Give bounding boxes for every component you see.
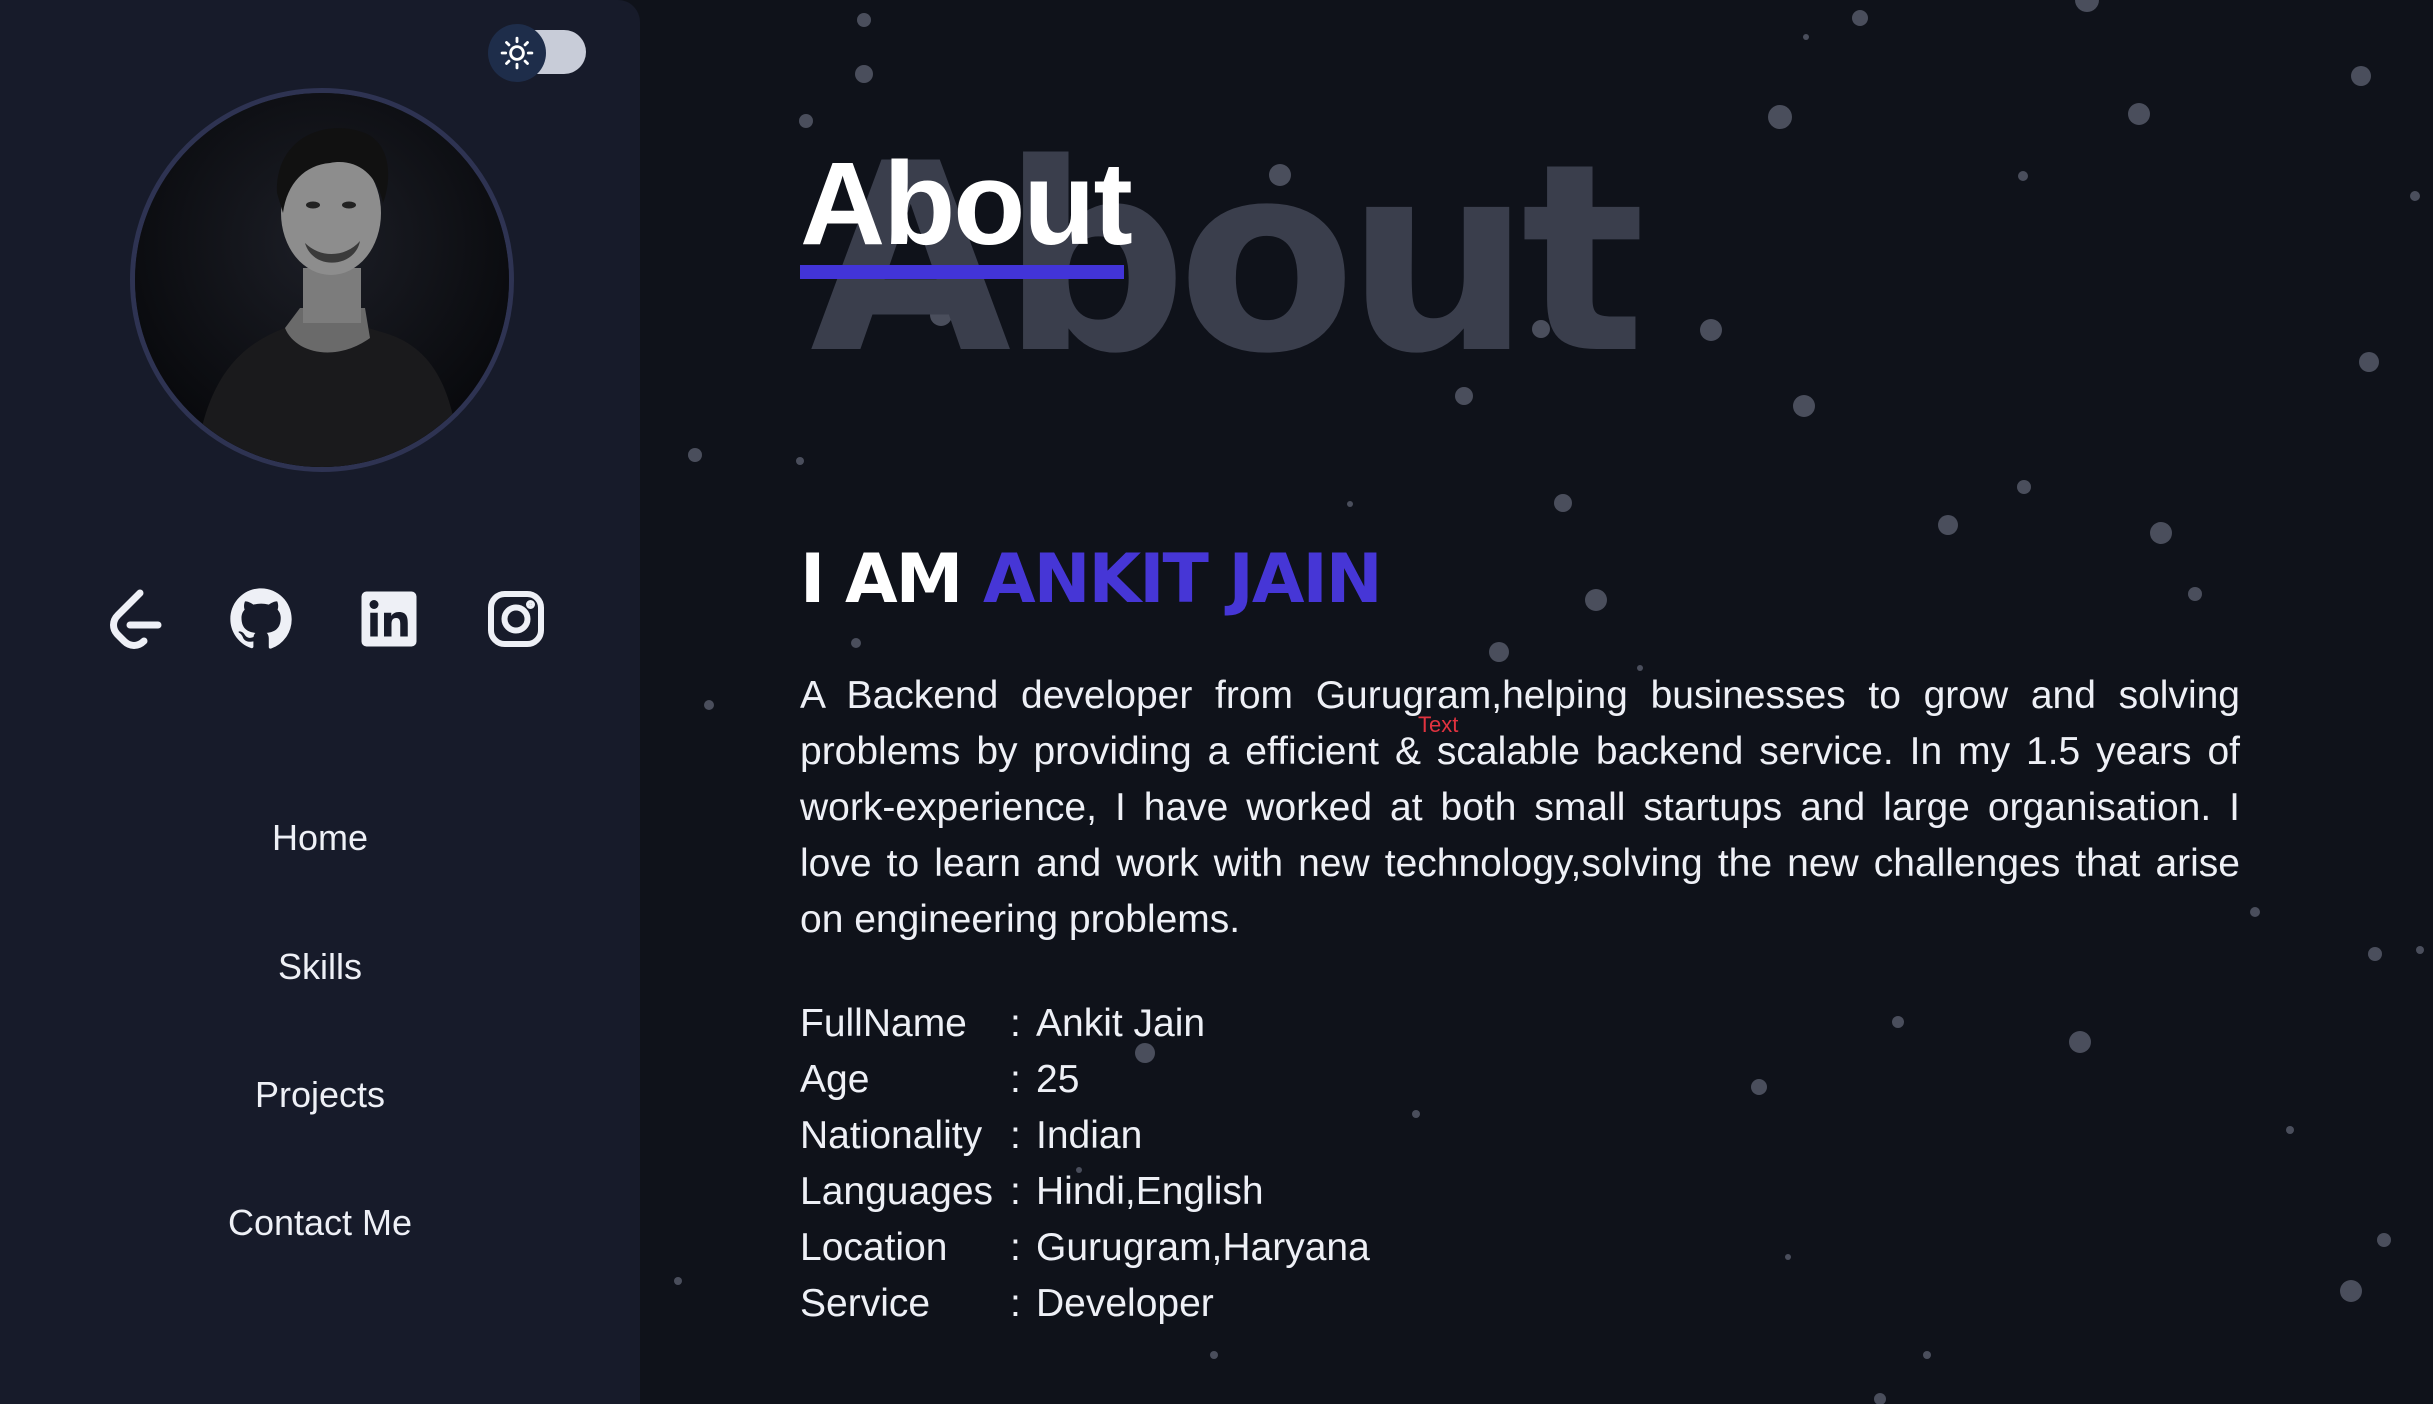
- detail-separator: :: [1010, 1058, 1021, 1101]
- detail-row: Age : 25: [800, 1052, 1370, 1108]
- detail-label: Service: [800, 1282, 931, 1325]
- detail-label: Age: [800, 1058, 870, 1101]
- sidebar: Home Skills Projects Contact Me: [0, 0, 640, 1404]
- detail-label: Languages: [800, 1170, 994, 1213]
- sun-icon: [488, 24, 546, 82]
- leetcode-icon[interactable]: [100, 585, 168, 653]
- about-section: About About I AM ANKIT JAIN A Backend de…: [640, 0, 2433, 1404]
- detail-row: FullName : Ankit Jain: [800, 996, 1370, 1052]
- detail-row: Location : Gurugram,Haryana: [800, 1220, 1370, 1276]
- profile-photo: [130, 88, 514, 472]
- detail-row: Nationality : Indian: [800, 1108, 1370, 1164]
- detail-label: FullName: [800, 1002, 967, 1045]
- detail-value: Gurugram,Haryana: [1036, 1226, 1370, 1269]
- nav-skills[interactable]: Skills: [0, 946, 640, 988]
- detail-value: 25: [1036, 1058, 1080, 1101]
- detail-label: Nationality: [800, 1114, 983, 1157]
- detail-separator: :: [1010, 1282, 1021, 1325]
- intro-name: ANKIT JAIN: [982, 540, 1383, 619]
- detail-separator: :: [1010, 1114, 1021, 1157]
- detail-separator: :: [1010, 1170, 1021, 1213]
- intro-heading: I AM ANKIT JAIN: [800, 540, 1383, 619]
- detail-value: Ankit Jain: [1036, 1002, 1206, 1045]
- social-links: [100, 585, 550, 653]
- detail-separator: :: [1010, 1226, 1021, 1269]
- instagram-icon[interactable]: [482, 585, 550, 653]
- theme-toggle[interactable]: [488, 24, 586, 82]
- detail-row: Languages : Hindi,English: [800, 1164, 1370, 1220]
- detail-row: Service : Developer: [800, 1276, 1370, 1332]
- about-title: About: [800, 138, 1133, 270]
- nav-home[interactable]: Home: [0, 817, 640, 859]
- overlay-text-label: Text: [1418, 712, 1459, 737]
- detail-value: Hindi,English: [1036, 1170, 1264, 1213]
- detail-label: Location: [800, 1226, 948, 1269]
- nav-projects[interactable]: Projects: [0, 1074, 640, 1116]
- intro-prefix: I AM: [800, 540, 963, 619]
- github-icon[interactable]: [227, 585, 295, 653]
- detail-value: Indian: [1036, 1114, 1143, 1157]
- bio-text: A Backend developer from Gurugram,helpin…: [800, 674, 2240, 941]
- detail-separator: :: [1010, 1002, 1021, 1045]
- title-underline: [800, 265, 1124, 279]
- personal-details: FullName : Ankit Jain Age : 25 Nationali…: [800, 996, 1370, 1332]
- linkedin-icon[interactable]: [355, 585, 423, 653]
- detail-value: Developer: [1036, 1282, 1214, 1325]
- nav-contact[interactable]: Contact Me: [0, 1202, 640, 1244]
